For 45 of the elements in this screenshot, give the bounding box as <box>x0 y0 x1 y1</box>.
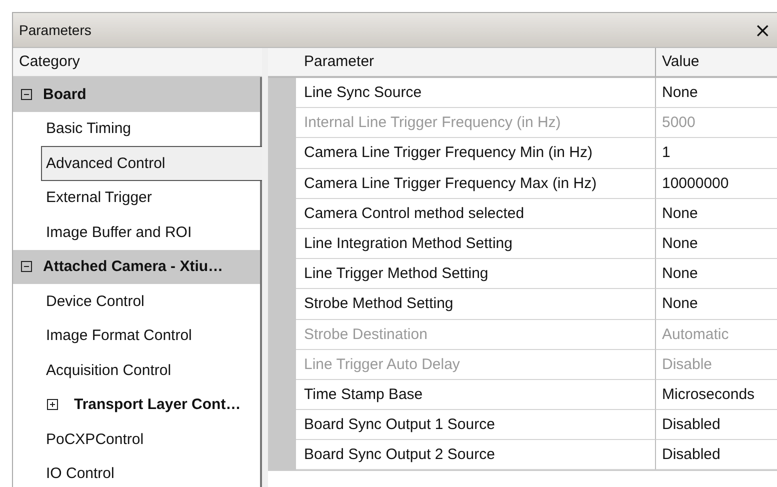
expand-icon[interactable] <box>47 399 58 410</box>
tree-item[interactable]: IO Control <box>13 456 260 487</box>
parameter-value[interactable]: None <box>655 228 777 260</box>
tree-item[interactable]: External Trigger <box>13 180 260 215</box>
tree-item[interactable]: Advanced Control <box>41 146 262 180</box>
parameter-name: Board Sync Output 1 Source <box>296 410 655 440</box>
parameter-value[interactable]: 10000000 <box>655 168 777 199</box>
parameter-name: Line Trigger Auto Delay <box>296 350 655 380</box>
row-gutter <box>268 78 296 108</box>
parameter-value[interactable]: None <box>655 259 777 290</box>
tree-item[interactable]: Image Buffer and ROI <box>13 215 260 250</box>
parameter-value[interactable]: None <box>655 289 777 320</box>
tree-item[interactable]: Acquisition Control <box>13 353 260 388</box>
tree-item[interactable]: Image Format Control <box>13 318 260 353</box>
parameter-value[interactable]: Disabled <box>655 410 777 440</box>
parameter-value: 5000 <box>655 108 777 138</box>
close-button[interactable]: × <box>748 18 777 42</box>
tree-group-label[interactable]: Transport Layer Cont… <box>74 396 241 414</box>
parameter-value: Automatic <box>655 320 777 350</box>
tree-item[interactable]: Basic Timing <box>13 112 260 146</box>
column-header[interactable]: Parameter <box>296 48 655 78</box>
window-title: Parameters <box>18 22 92 38</box>
parameter-name: Camera Control method selected <box>296 198 655 229</box>
column-header: Category <box>13 48 262 77</box>
parameter-name: Line Integration Method Setting <box>296 228 655 260</box>
parameter-name: Strobe Method Setting <box>296 289 655 320</box>
parameter-name: Camera Line Trigger Frequency Min (in Hz) <box>296 138 655 169</box>
tree-item[interactable]: Device Control <box>13 284 260 318</box>
parameter-name: Internal Line Trigger Frequency (in Hz) <box>296 108 655 138</box>
parameter-value[interactable]: Microseconds <box>655 380 777 410</box>
parameter-value[interactable]: None <box>655 198 777 229</box>
collapse-icon[interactable] <box>21 261 32 272</box>
collapse-icon[interactable] <box>21 88 32 100</box>
parameter-value[interactable]: 1 <box>655 138 777 169</box>
parameter-name: Camera Line Trigger Frequency Max (in Hz) <box>296 168 655 199</box>
tree-group-label[interactable]: Board <box>43 86 86 103</box>
row-gutter <box>268 440 296 470</box>
tree-item[interactable]: PoCXPControl <box>13 422 260 456</box>
parameter-name: Strobe Destination <box>296 320 655 350</box>
parameter-name: Line Sync Source <box>296 78 655 108</box>
parameter-value: Disable <box>655 350 777 380</box>
parameter-value[interactable]: None <box>655 78 777 108</box>
column-header[interactable]: Value <box>655 48 777 78</box>
parameter-name: Line Trigger Method Setting <box>296 259 655 290</box>
parameter-name: Time Stamp Base <box>296 380 655 410</box>
